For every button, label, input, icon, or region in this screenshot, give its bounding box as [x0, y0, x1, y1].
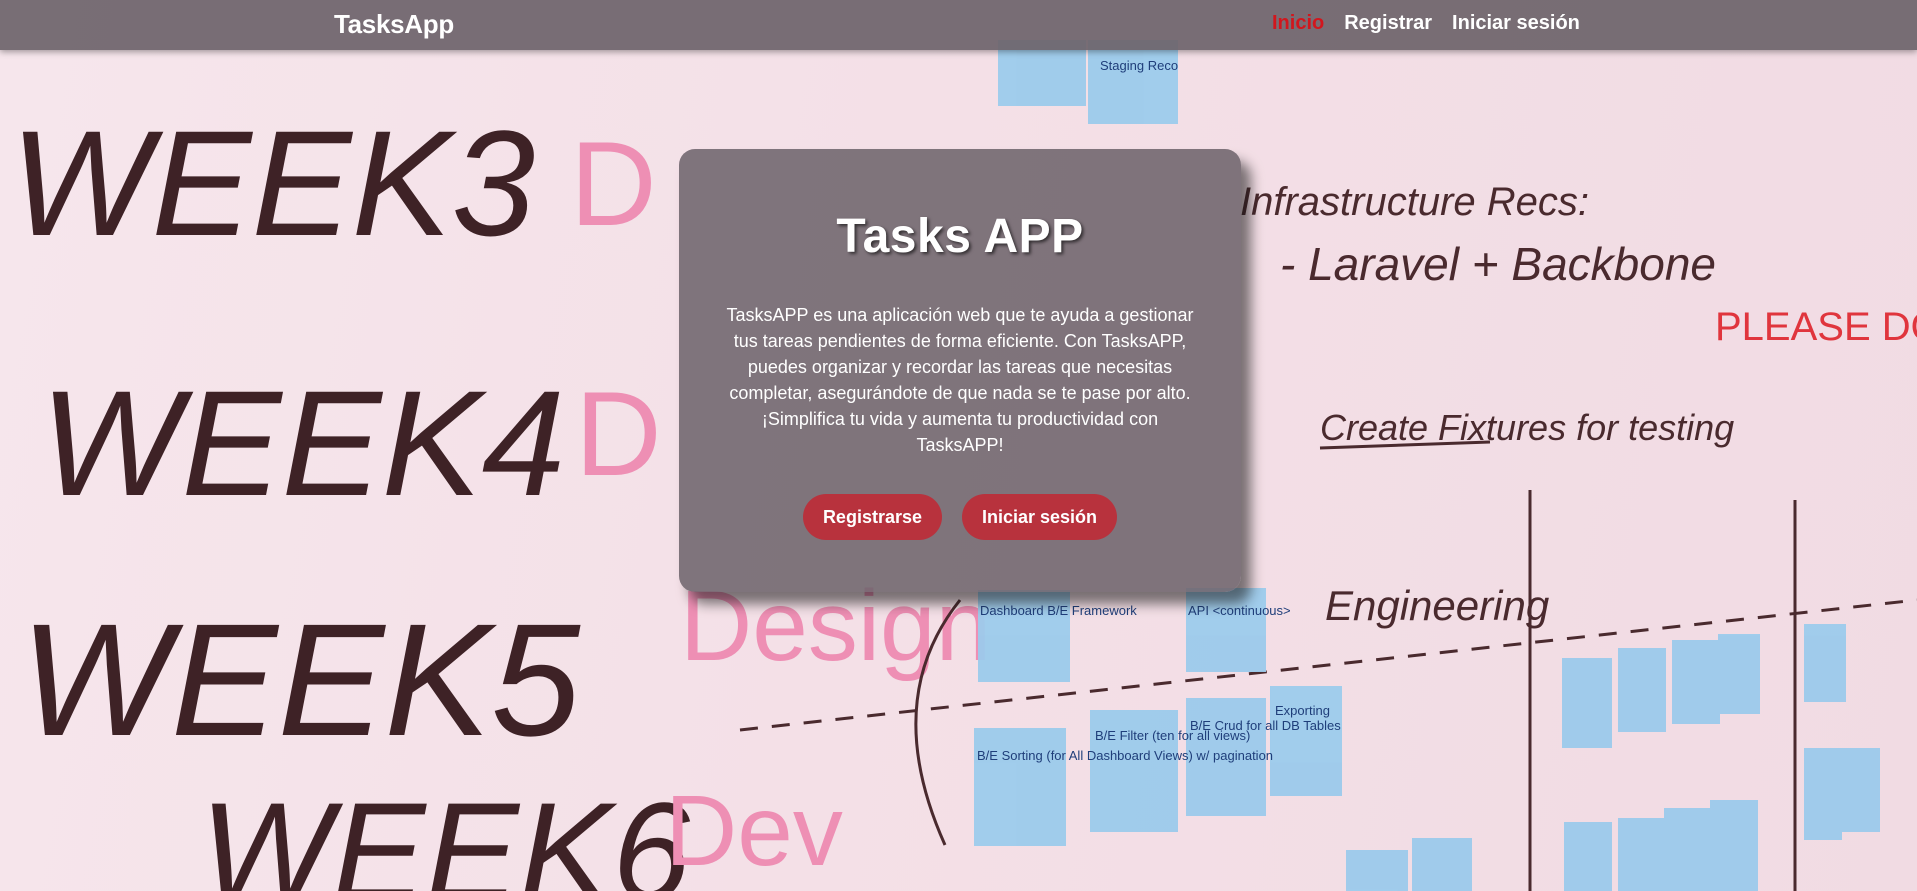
- login-button[interactable]: Iniciar sesión: [962, 494, 1118, 540]
- sticky-note: [1412, 838, 1472, 891]
- sticky-note: [1186, 588, 1266, 672]
- board-week4-text: WEEK4: [40, 359, 565, 527]
- sticky-note: [1710, 800, 1758, 891]
- board-week5-text: WEEK5: [20, 590, 581, 769]
- sticky-note: [1664, 808, 1712, 891]
- nav-links: Inicio Registrar Iniciar sesión: [1272, 12, 1580, 35]
- board-laravel-note: - Laravel + Backbone: [1280, 238, 1716, 290]
- sticky-note-text: Exporting: [1275, 703, 1330, 718]
- sticky-note-text: Dashboard B/E Framework: [980, 603, 1137, 618]
- hero-card: Tasks APP TasksAPP es una aplicación web…: [679, 149, 1241, 592]
- hero-title: Tasks APP: [836, 210, 1084, 263]
- board-do-not-erase-note: PLEASE DO NOT ERASE: [1715, 305, 1917, 349]
- sticky-note: [1718, 634, 1760, 714]
- board-week3-text: WEEK3: [10, 99, 535, 267]
- hero-buttons: Registrarse Iniciar sesión: [679, 494, 1241, 540]
- sticky-note: [1346, 850, 1408, 891]
- sticky-note: [1804, 624, 1846, 702]
- sticky-note: [1804, 748, 1842, 840]
- board-pink-d-1: D: [570, 117, 657, 251]
- brand-logo[interactable]: TasksApp: [334, 9, 454, 40]
- sticky-note-text: Staging Reco: [1100, 58, 1178, 73]
- board-week6-text: WEEK6: [200, 773, 690, 891]
- board-pink-d-2: D: [575, 367, 662, 501]
- nav-link-inicio[interactable]: Inicio: [1272, 12, 1324, 35]
- nav-link-iniciar-sesion[interactable]: Iniciar sesión: [1452, 12, 1580, 35]
- sticky-note: [1562, 658, 1612, 748]
- board-infra-note: Infrastructure Recs:: [1240, 180, 1589, 224]
- sticky-note: [1564, 822, 1612, 891]
- sticky-note: [1842, 748, 1880, 832]
- board-engineering-note: Engineering: [1325, 582, 1549, 629]
- sticky-note-text: B/E Crud for all DB Tables: [1190, 718, 1341, 733]
- sticky-note: [1088, 40, 1178, 124]
- sticky-note-text: B/E Sorting (for All Dashboard Views) w/…: [977, 748, 1273, 763]
- sticky-note: [1672, 640, 1720, 724]
- top-navbar: TasksApp Inicio Registrar Iniciar sesión: [0, 0, 1917, 50]
- nav-link-registrar[interactable]: Registrar: [1344, 12, 1432, 35]
- sticky-note: [974, 728, 1066, 846]
- board-pink-dev: Dev: [665, 775, 843, 887]
- sticky-note: [1618, 648, 1666, 732]
- register-button[interactable]: Registrarse: [802, 494, 942, 540]
- board-fixtures-note: Create Fixtures for testing: [1320, 407, 1734, 448]
- sticky-note: [1618, 818, 1668, 891]
- hero-description: TasksAPP es una aplicación web que te ay…: [726, 305, 1194, 455]
- sticky-note-text: API <continuous>: [1188, 603, 1291, 618]
